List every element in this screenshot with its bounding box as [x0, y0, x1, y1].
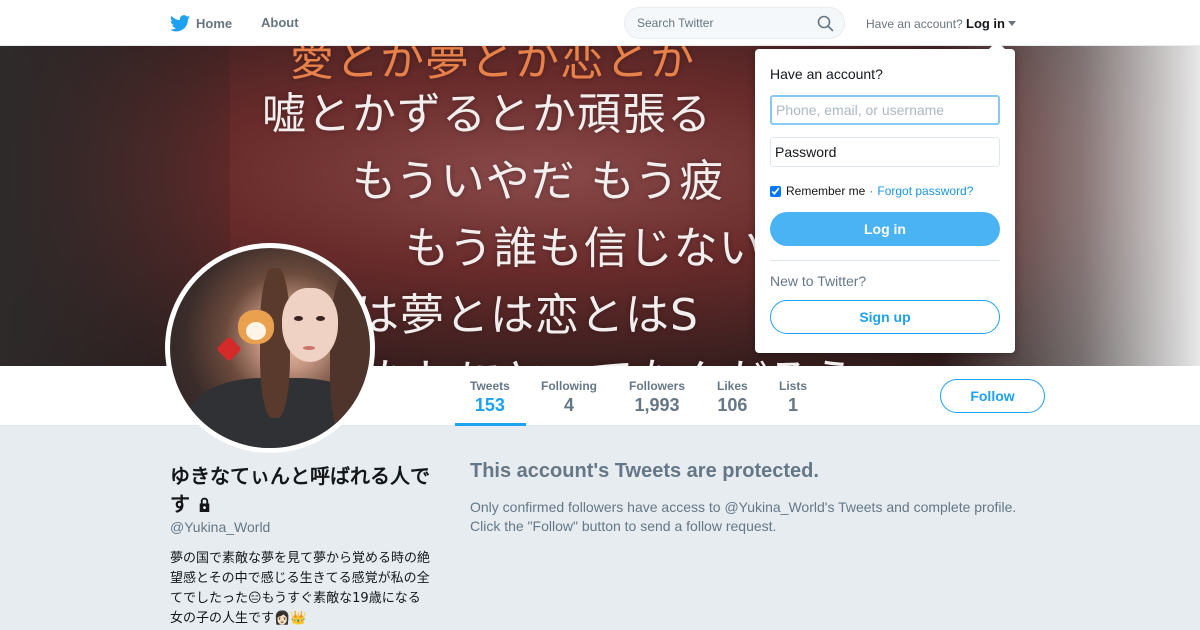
dropdown-arrow: [989, 41, 1005, 49]
banner-text-line: 嘘とかずるとか頑張る: [262, 89, 712, 140]
stat-value: 106: [717, 395, 748, 415]
remember-me-checkbox[interactable]: [770, 185, 781, 197]
caret-down-icon: [1008, 21, 1016, 26]
stat-label: Following: [541, 379, 597, 393]
login-toggle-label: Log in: [966, 16, 1005, 31]
login-button[interactable]: Log in: [770, 212, 1000, 246]
stat-label: Lists: [779, 379, 808, 393]
active-tab-indicator: [455, 423, 526, 426]
search-input[interactable]: [637, 16, 807, 30]
top-navigation: Home About Have an account? Log in: [0, 0, 1200, 46]
twitter-bird-icon: [170, 15, 190, 32]
heart-sticker-icon: [216, 336, 242, 362]
new-to-twitter-label: New to Twitter?: [770, 273, 867, 289]
username-field[interactable]: [770, 95, 1000, 125]
about-link[interactable]: About: [261, 15, 299, 30]
shiba-dog-sticker-icon: [238, 310, 274, 344]
search-box: [624, 7, 845, 39]
signup-button[interactable]: Sign up: [770, 300, 1000, 334]
stat-value: 1,993: [634, 395, 680, 415]
profile-handle[interactable]: @Yukina_World: [170, 519, 270, 535]
account-prompt: Have an account?: [866, 17, 963, 31]
home-link[interactable]: Home: [170, 15, 232, 32]
follow-button[interactable]: Follow: [940, 379, 1045, 413]
stat-likes[interactable]: Likes 106: [717, 379, 748, 416]
profile-name: ゆきなてぃんと呼ばれる人です: [170, 462, 430, 520]
stat-label: Likes: [717, 379, 748, 393]
stat-lists[interactable]: Lists 1: [779, 379, 807, 416]
forgot-password-link[interactable]: Forgot password?: [877, 184, 973, 198]
separator: ·: [869, 184, 874, 198]
password-field[interactable]: [770, 137, 1000, 167]
login-question: Have an account?: [770, 66, 883, 82]
stat-label: Followers: [629, 379, 686, 393]
protected-title: This account's Tweets are protected.: [470, 460, 819, 482]
login-dropdown: Have an account? Remember me · Forgot pa…: [755, 41, 1015, 353]
home-label: Home: [196, 16, 233, 31]
login-dropdown-toggle[interactable]: Log in: [966, 16, 1016, 31]
stat-following[interactable]: Following 4: [541, 379, 597, 416]
stat-followers[interactable]: Followers 1,993: [629, 379, 685, 416]
stat-label: Tweets: [470, 379, 510, 393]
remember-me-label[interactable]: Remember me: [786, 184, 865, 198]
stat-value: 153: [474, 395, 505, 415]
avatar[interactable]: [165, 243, 375, 453]
remember-row: Remember me · Forgot password?: [770, 184, 973, 198]
profile-bio: 夢の国で素敵な夢を見て夢から覚める時の絶望感とその中で感じる生きてる感覚が私の全…: [170, 551, 431, 626]
lock-icon: [196, 492, 213, 520]
banner-text-line: もういやだ もう疲: [352, 156, 725, 207]
divider: [770, 260, 1000, 261]
stat-tweets[interactable]: Tweets 153: [470, 379, 510, 416]
stat-value: 4: [563, 395, 574, 415]
stat-value: 1: [788, 395, 799, 415]
protected-description: Only confirmed followers have access to …: [470, 499, 1017, 534]
banner-text-line: もう誰も信じない: [405, 223, 764, 274]
search-icon[interactable]: [817, 15, 834, 37]
